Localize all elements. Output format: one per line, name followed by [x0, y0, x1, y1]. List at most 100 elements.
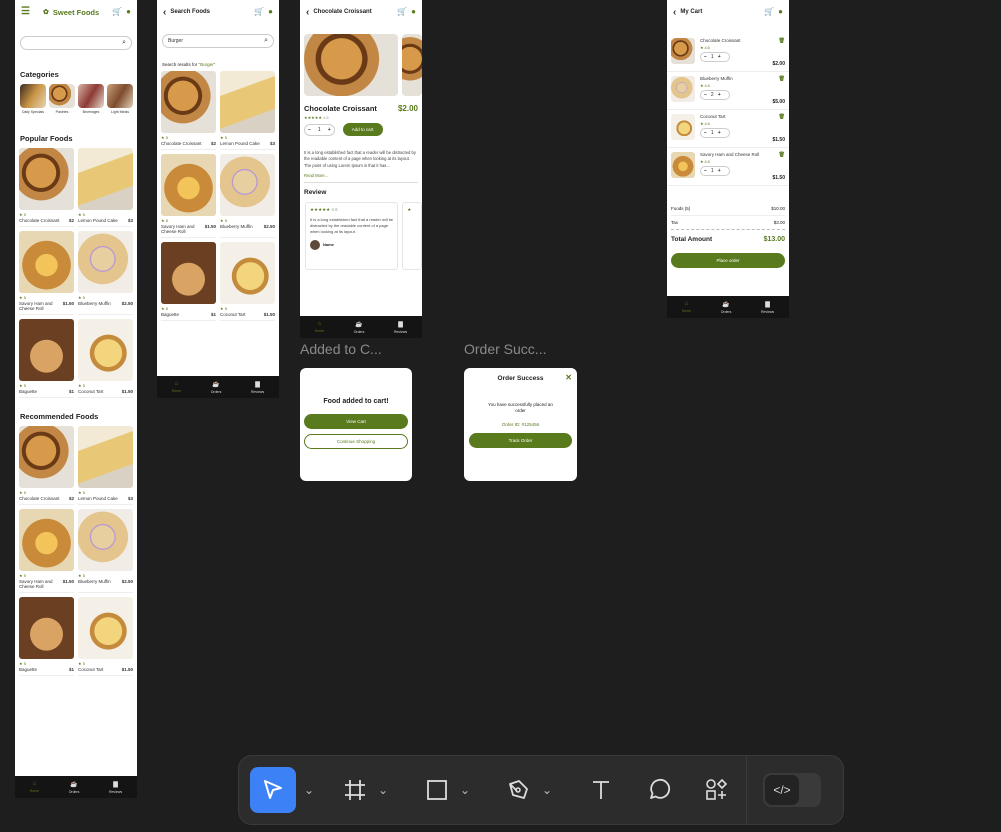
food-card[interactable]: ★ 5 Baguette $1 — [161, 242, 216, 321]
cart-item-image — [671, 152, 695, 178]
minus-icon[interactable]: − — [704, 54, 707, 60]
cart-icon[interactable]: 🛒 — [112, 8, 122, 16]
cart-item[interactable]: Blueberry Muffin ★ 4.6 −2 + 🗑 $5.00 — [667, 72, 789, 110]
nav-reviews[interactable]: ▇ Reviews — [761, 301, 774, 314]
added-to-cart-frame-label[interactable]: Added to C... — [300, 341, 382, 357]
trash-icon[interactable]: 🗑 — [779, 38, 785, 44]
minus-icon[interactable]: − — [704, 130, 707, 136]
food-card[interactable]: ★ 5 Baguette $1 — [19, 319, 74, 398]
hamburger-menu-icon[interactable]: ☰ — [21, 7, 30, 17]
dev-mode-toggle[interactable]: </> — [763, 773, 821, 807]
minus-icon[interactable]: − — [704, 92, 707, 98]
nav-reviews[interactable]: ▇ Reviews — [109, 781, 122, 794]
food-card[interactable]: ★ 5 Coconut Tart $1.50 — [220, 242, 275, 321]
text-tool[interactable] — [578, 767, 624, 813]
back-arrow-icon[interactable]: ‹ — [673, 7, 676, 18]
food-card[interactable]: ★ 5 Blueberry Muffin $2.50 — [78, 231, 133, 315]
category-pastries[interactable]: Pastries — [49, 84, 75, 114]
food-card[interactable]: ★ 5 Coconut Tart $1.50 — [78, 597, 133, 676]
add-to-cart-button[interactable]: Add to cart — [342, 123, 383, 136]
track-order-button[interactable]: Track Order — [469, 432, 572, 448]
move-tool-chevron-down-icon[interactable]: ⌄ — [296, 783, 332, 797]
plus-icon[interactable]: + — [718, 54, 721, 60]
place-order-button[interactable]: Place order — [671, 253, 785, 268]
quantity-stepper[interactable]: −1 + — [700, 166, 730, 176]
food-card[interactable]: ★ 5 Lemon Pound Cake $3 — [78, 148, 133, 227]
back-arrow-icon[interactable]: ‹ — [306, 7, 309, 18]
view-cart-button[interactable]: View Cart — [304, 414, 408, 429]
food-card[interactable]: ★ 5 Chocolate Croissant $2 — [19, 148, 74, 227]
category-daily-specials[interactable]: Daily Specials — [20, 84, 46, 114]
move-tool[interactable] — [250, 767, 296, 813]
food-card[interactable]: ★ 5 Coconut Tart $1.50 — [78, 319, 133, 398]
review-card[interactable]: ★★★★★ 4.6 It is a long established fact … — [305, 201, 399, 270]
nav-home[interactable]: ⌂ Home — [172, 381, 181, 393]
cart-icon[interactable]: 🛒 — [764, 8, 774, 16]
profile-icon[interactable]: ● — [778, 8, 783, 16]
minus-icon[interactable]: − — [704, 168, 707, 174]
nav-reviews[interactable]: ▇ Reviews — [394, 321, 407, 334]
profile-icon[interactable]: ● — [268, 8, 273, 16]
trash-icon[interactable]: 🗑 — [779, 76, 785, 82]
plus-icon[interactable]: + — [718, 130, 721, 136]
actions-tool[interactable] — [694, 767, 740, 813]
food-card[interactable]: ★ 5 Savory Ham and Cheese Roll $1.50 — [161, 154, 216, 238]
cart-item[interactable]: Coconut Tart ★ 4.6 −1 + 🗑 $1.50 — [667, 110, 789, 148]
food-card[interactable]: ★ 5 Chocolate Croissant $2 — [161, 71, 216, 150]
quantity-stepper[interactable]: −2 + — [700, 90, 730, 100]
plus-icon[interactable]: + — [328, 127, 331, 133]
nav-orders[interactable]: ☕ Orders — [354, 321, 365, 334]
pen-tool[interactable] — [496, 767, 542, 813]
quantity-stepper[interactable]: −1 + — [700, 128, 730, 138]
profile-icon[interactable]: ● — [126, 8, 131, 16]
order-success-frame-label[interactable]: Order Succ... — [464, 341, 546, 357]
nav-orders[interactable]: ☕ Orders — [721, 301, 732, 314]
search-input[interactable]: ⌕ — [20, 36, 132, 50]
category-beverages[interactable]: Beverages — [78, 84, 104, 114]
comment-tool[interactable] — [636, 767, 682, 813]
cart-item[interactable]: Chocolate Croissant ★ 4.6 −1 + 🗑 $2.00 — [667, 34, 789, 72]
frame-tool[interactable] — [332, 767, 378, 813]
cart-item[interactable]: Savory Ham and Cheese Roll ★ 4.6 −1 + 🗑 $1.5… — [667, 148, 789, 186]
pen-tool-chevron-down-icon[interactable]: ⌄ — [542, 783, 578, 797]
back-arrow-icon[interactable]: ‹ — [163, 7, 166, 18]
cart-icon[interactable]: 🛒 — [397, 8, 407, 16]
cart-item-rating: 4.6 — [704, 122, 710, 126]
trash-icon[interactable]: 🗑 — [779, 152, 785, 158]
category-light-meals[interactable]: Light Meals — [107, 84, 133, 114]
continue-shopping-button[interactable]: Continue Shopping — [304, 434, 408, 449]
nav-home[interactable]: ⌂ Home — [315, 321, 324, 333]
food-card[interactable]: ★ 5 Blueberry Muffin $2.50 — [78, 509, 133, 593]
quantity-stepper[interactable]: −1 + — [304, 123, 335, 136]
plus-icon[interactable]: + — [718, 92, 721, 98]
product-image-carousel[interactable] — [304, 34, 422, 96]
nav-home[interactable]: ⌂ Home — [682, 301, 691, 313]
quantity-stepper[interactable]: −1 + — [700, 52, 730, 62]
frame-tool-chevron-down-icon[interactable]: ⌄ — [378, 783, 414, 797]
rectangle-icon — [427, 780, 447, 800]
search-icon[interactable]: ⌕ — [264, 37, 268, 45]
food-card[interactable]: ★ 5 Savory Ham and Cheese Roll $1.50 — [19, 231, 74, 315]
search-input[interactable]: Burger ⌕ — [162, 34, 274, 48]
trash-icon[interactable]: 🗑 — [779, 114, 785, 120]
shape-tool-chevron-down-icon[interactable]: ⌄ — [460, 783, 496, 797]
food-card[interactable]: ★ 5 Blueberry Muffin $2.50 — [220, 154, 275, 238]
nav-home[interactable]: ⌂ Home — [30, 781, 39, 793]
food-card[interactable]: ★ 5 Baguette $1 — [19, 597, 74, 676]
review-card-next[interactable]: ★ — [402, 201, 422, 270]
read-more-link[interactable]: Read More... — [304, 173, 418, 178]
nav-orders[interactable]: ☕ Orders — [69, 781, 80, 794]
food-card[interactable]: ★ 5 Lemon Pound Cake $3 — [78, 426, 133, 505]
close-icon[interactable]: ✕ — [565, 373, 572, 382]
nav-reviews[interactable]: ▇ Reviews — [251, 381, 264, 394]
profile-icon[interactable]: ● — [411, 8, 416, 16]
cart-icon[interactable]: 🛒 — [254, 8, 264, 16]
nav-orders[interactable]: ☕ Orders — [211, 381, 222, 394]
minus-icon[interactable]: − — [308, 127, 311, 133]
food-card[interactable]: ★ 5 Lemon Pound Cake $3 — [220, 71, 275, 150]
shape-tool[interactable] — [414, 767, 460, 813]
search-icon[interactable]: ⌕ — [122, 39, 126, 47]
food-card[interactable]: ★ 5 Savory Ham and Cheese Roll $1.50 — [19, 509, 74, 593]
food-card[interactable]: ★ 5 Chocolate Croissant $2 — [19, 426, 74, 505]
plus-icon[interactable]: + — [718, 168, 721, 174]
